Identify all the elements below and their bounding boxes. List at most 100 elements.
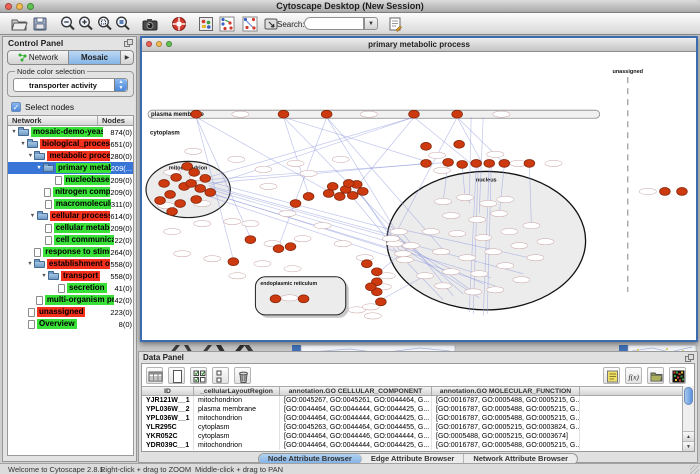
network-node[interactable] [285,243,296,251]
network-node[interactable] [524,159,535,167]
zoom-selected-icon[interactable] [96,15,114,33]
disclosure-triangle-icon[interactable]: ▼ [19,141,27,147]
tree-row[interactable]: ▼ metabolic process 280(0) [8,150,133,162]
network-node[interactable] [159,180,170,188]
network-node[interactable] [361,260,372,268]
select-nodes-checkbox[interactable]: ✓ [11,102,21,112]
help-icon[interactable] [170,15,188,33]
network-node[interactable] [372,268,383,276]
tree-row[interactable]: unassigned 223(0) [8,306,133,318]
float-panel-icon[interactable] [124,39,133,47]
network-node[interactable] [186,180,197,188]
table-row[interactable]: YPL036W__2 plasma membrane [GO:0044464, … [142,405,683,414]
tree-row[interactable]: Overview 8(0) [8,318,133,330]
network-node[interactable] [357,188,368,196]
column-cellular-layout-region[interactable]: _cellularLayoutRegion [194,387,280,395]
network-node[interactable] [347,192,358,200]
network-node[interactable] [443,158,454,166]
tree-column-network[interactable]: Network [8,116,97,125]
network-node[interactable] [484,159,495,167]
network-node[interactable] [191,196,202,204]
tab-network[interactable]: Network [7,50,69,65]
search-dropdown-icon[interactable]: ▼ [364,17,378,30]
network-node[interactable] [343,180,354,188]
tree-row[interactable]: secretion 41(0) [8,282,133,294]
import-icon[interactable] [647,367,664,384]
column-go-molecular-function[interactable]: annotation.GO MOLECULAR_FUNCTION [432,387,580,395]
select-attributes-icon[interactable] [190,367,207,384]
network-node[interactable] [165,191,176,199]
scroll-down-icon[interactable]: ▼ [683,441,694,451]
network-node[interactable] [452,110,463,118]
tree-row[interactable]: multi-organism pro 42(0) [8,294,133,306]
network-window-titlebar[interactable]: primary metabolic process [142,38,696,52]
layout-nodes-icon[interactable] [218,15,236,33]
network-node[interactable] [278,110,289,118]
disclosure-triangle-icon[interactable]: ▼ [10,129,18,135]
disclosure-triangle-icon[interactable]: ▼ [29,213,37,219]
network-node[interactable] [245,236,256,244]
tree-row[interactable]: ▼ cellular process 614(0) [8,210,133,222]
open-icon[interactable] [10,15,28,33]
network-node[interactable] [182,162,193,170]
index-icon[interactable] [386,15,404,33]
network-node[interactable] [376,298,387,306]
zoom-out-icon[interactable] [59,15,77,33]
network-node[interactable] [499,159,510,167]
scroll-up-icon[interactable]: ▲ [683,431,694,441]
network-node[interactable] [366,283,377,291]
disclosure-triangle-icon[interactable]: ▼ [40,273,48,279]
network-node[interactable] [334,193,345,201]
tree-row[interactable]: ▼ mosaic-demo-yeast 874(0) [8,126,133,138]
network-node[interactable] [471,159,482,167]
network-node[interactable] [303,193,314,201]
network-node[interactable] [175,200,186,208]
network-view-window[interactable]: primary metabolic process plasma membran… [140,36,698,342]
tree-row[interactable]: response to stimulu 264(0) [8,246,133,258]
tree-row[interactable]: ▼ biological_process 651(0) [8,138,133,150]
dropdown-stepper-icon[interactable]: ▲▼ [114,79,127,91]
network-node[interactable] [421,142,432,150]
tree-row[interactable]: cell communicat 22(0) [8,234,133,246]
network-node[interactable] [298,295,309,303]
table-row[interactable]: YDR039C__1 mitochondrion [GO:0044464, GO… [142,441,683,450]
network-node[interactable] [290,200,301,208]
tree-row[interactable]: cellular metabo 209(0) [8,222,133,234]
network-node[interactable] [191,110,202,118]
heatmap-icon[interactable] [669,367,686,384]
tree-row[interactable]: nitrogen compo 209(0) [8,186,133,198]
tree-column-nodes[interactable]: Nodes [97,116,133,125]
scrollbar-thumb[interactable] [684,387,693,405]
zoom-fit-icon[interactable] [114,15,132,33]
network-node[interactable] [677,188,688,196]
save-icon[interactable] [31,15,49,33]
network-node[interactable] [321,110,332,118]
network-node[interactable] [167,208,178,216]
table-row[interactable]: YJR121W__1 mitochondrion [GO:0045267, GO… [142,396,683,405]
disclosure-triangle-icon[interactable]: ▼ [26,261,34,267]
tree-row[interactable]: ▼ establishment of lo 558(0) [8,258,133,270]
table-scrollbar[interactable]: ▲ ▼ [682,386,694,451]
node-color-dropdown[interactable]: transporter activity ▲▼ [13,78,128,92]
network-node[interactable] [323,190,334,198]
disclosure-triangle-icon[interactable]: ▼ [26,153,34,159]
vizmapper-icon[interactable] [197,15,215,33]
network-node[interactable] [155,197,166,205]
network-canvas[interactable]: plasma membrane cytoplasm mitochondrion … [142,53,696,340]
network-node[interactable] [171,174,182,182]
tab-mosaic[interactable]: Mosaic [69,50,121,65]
network-node[interactable] [195,185,206,193]
formula-icon[interactable]: f(x) [625,367,642,384]
search-input[interactable] [304,17,364,30]
table-row[interactable]: YLR295C cytoplasm [GO:0045263, GO:004446… [142,423,683,432]
snapshot-icon[interactable] [141,15,159,33]
resize-grip[interactable] [690,465,699,474]
new-attribute-icon[interactable] [168,367,185,384]
notes-icon[interactable] [603,367,620,384]
network-node[interactable] [660,188,671,196]
network-node[interactable] [457,160,468,168]
network-node[interactable] [270,295,281,303]
float-panel-icon[interactable] [685,354,694,362]
disclosure-triangle-icon[interactable]: ▼ [35,165,43,171]
tree-row[interactable]: macromolecule 311(0) [8,198,133,210]
